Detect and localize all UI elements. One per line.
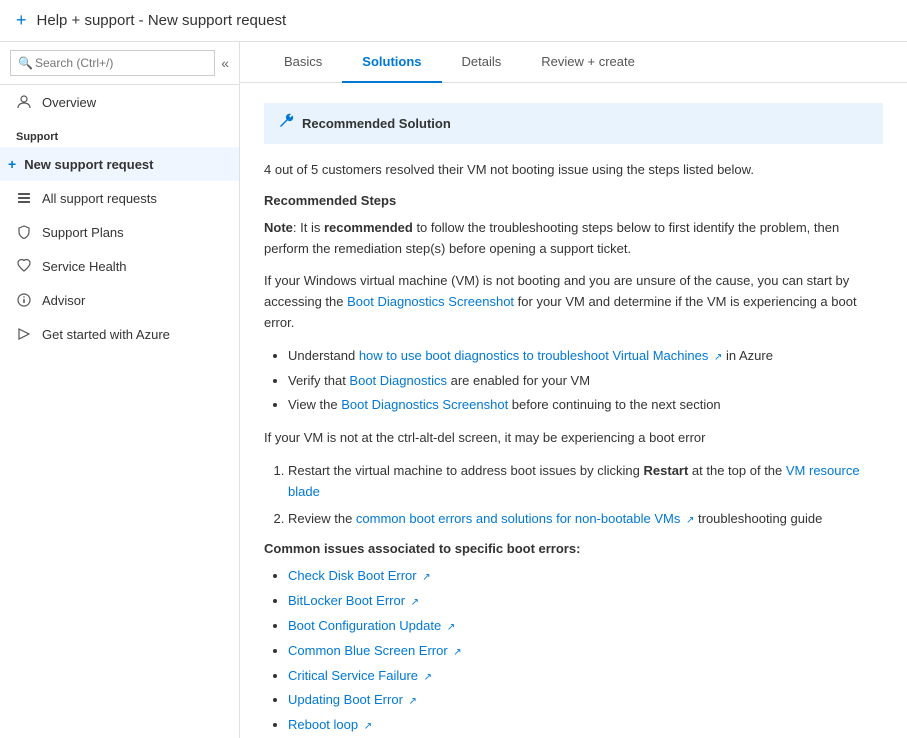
plus-icon: + <box>8 156 16 172</box>
updating-boot-error-link[interactable]: Updating Boot Error <box>288 692 403 707</box>
title-bar: + Help + support - New support request <box>0 0 907 42</box>
ext-icon: ↗ <box>447 622 455 633</box>
recommended-steps-title: Recommended Steps <box>264 193 883 208</box>
tab-review-create[interactable]: Review + create <box>521 42 655 83</box>
list-item: View the Boot Diagnostics Screenshot bef… <box>288 395 883 416</box>
ext-icon: ↗ <box>424 672 432 683</box>
tabs-bar: Basics Solutions Details Review + create <box>240 42 907 83</box>
sidebar: 🔍 « Overview Support + New support reque… <box>0 42 240 738</box>
get-started-label: Get started with Azure <box>42 327 170 342</box>
azure-plus-icon: + <box>16 10 27 31</box>
common-boot-errors-link[interactable]: common boot errors and solutions for non… <box>356 511 680 526</box>
sidebar-item-advisor[interactable]: Advisor <box>0 283 239 317</box>
list-item: Boot Configuration Update ↗ <box>288 616 883 637</box>
sidebar-item-overview[interactable]: Overview <box>0 85 239 119</box>
boot-diagnostics-link[interactable]: Boot Diagnostics <box>349 373 447 388</box>
common-blue-screen-link[interactable]: Common Blue Screen Error <box>288 643 448 658</box>
list-item: Restart the virtual machine to address b… <box>288 461 883 503</box>
tab-details[interactable]: Details <box>442 42 522 83</box>
overview-icon <box>16 94 32 110</box>
common-issues-title: Common issues associated to specific boo… <box>264 541 883 556</box>
all-support-label: All support requests <box>42 191 157 206</box>
ext-icon: ↗ <box>422 572 430 583</box>
sidebar-item-all-support-requests[interactable]: All support requests <box>0 181 239 215</box>
content-area: Basics Solutions Details Review + create… <box>240 42 907 738</box>
ext-icon: ↗ <box>453 647 461 658</box>
bullet-list-1: Understand how to use boot diagnostics t… <box>288 346 883 416</box>
tab-solutions[interactable]: Solutions <box>342 42 441 83</box>
overview-label: Overview <box>42 95 96 110</box>
support-section-label: Support <box>0 119 239 147</box>
search-input[interactable] <box>10 50 215 76</box>
heart-icon <box>16 258 32 274</box>
search-icon: 🔍 <box>18 56 33 70</box>
list-item: Review the common boot errors and soluti… <box>288 509 883 530</box>
search-box: 🔍 « <box>0 42 239 85</box>
list-icon <box>16 190 32 206</box>
service-health-label: Service Health <box>42 259 127 274</box>
intro-text: 4 out of 5 customers resolved their VM n… <box>264 160 883 181</box>
note-text: Note: It is recommended to follow the tr… <box>264 218 883 260</box>
check-disk-boot-link[interactable]: Check Disk Boot Error <box>288 568 417 583</box>
get-started-icon <box>16 326 32 342</box>
tab-basics[interactable]: Basics <box>264 42 342 83</box>
para2-text: If your VM is not at the ctrl-alt-del sc… <box>264 428 883 449</box>
external-link-icon-2: ↗ <box>686 515 694 526</box>
list-item: Critical Service Failure ↗ <box>288 666 883 687</box>
shield-icon <box>16 224 32 240</box>
list-item: Check Disk Boot Error ↗ <box>288 566 883 587</box>
sidebar-item-support-plans[interactable]: Support Plans <box>0 215 239 249</box>
boot-diagnostics-troubleshoot-link[interactable]: how to use boot diagnostics to troublesh… <box>359 348 709 363</box>
list-item: Reboot loop ↗ <box>288 715 883 736</box>
external-link-icon-1: ↗ <box>714 352 722 363</box>
list-item: Understand how to use boot diagnostics t… <box>288 346 883 367</box>
sidebar-item-get-started[interactable]: Get started with Azure <box>0 317 239 351</box>
boot-diagnostics-screenshot-link-1[interactable]: Boot Diagnostics Screenshot <box>347 294 514 309</box>
numbered-list: Restart the virtual machine to address b… <box>288 461 883 529</box>
list-item: Verify that Boot Diagnostics are enabled… <box>288 371 883 392</box>
boot-config-update-link[interactable]: Boot Configuration Update <box>288 618 441 633</box>
bitlocker-boot-link[interactable]: BitLocker Boot Error <box>288 593 405 608</box>
list-item: Updating Boot Error ↗ <box>288 690 883 711</box>
ext-icon: ↗ <box>364 721 372 732</box>
reboot-loop-link[interactable]: Reboot loop <box>288 717 358 732</box>
wrench-icon <box>278 113 294 134</box>
collapse-sidebar-button[interactable]: « <box>221 55 229 71</box>
new-support-request-label: New support request <box>24 157 153 172</box>
recommended-solution-header: Recommended Solution <box>264 103 883 144</box>
common-issues-list: Check Disk Boot Error ↗ BitLocker Boot E… <box>288 566 883 736</box>
ext-icon: ↗ <box>409 696 417 707</box>
advisor-icon <box>16 292 32 308</box>
list-item: Common Blue Screen Error ↗ <box>288 641 883 662</box>
list-item: BitLocker Boot Error ↗ <box>288 591 883 612</box>
sidebar-item-new-support-request[interactable]: + New support request <box>0 147 239 181</box>
para1-text: If your Windows virtual machine (VM) is … <box>264 271 883 333</box>
vm-resource-blade-link[interactable]: VM resource blade <box>288 463 860 499</box>
content-scroll[interactable]: Recommended Solution 4 out of 5 customer… <box>240 83 907 738</box>
rec-solution-title: Recommended Solution <box>302 116 451 131</box>
boot-diagnostics-screenshot-link-2[interactable]: Boot Diagnostics Screenshot <box>341 397 508 412</box>
ext-icon: ↗ <box>411 597 419 608</box>
sidebar-item-service-health[interactable]: Service Health <box>0 249 239 283</box>
critical-service-failure-link[interactable]: Critical Service Failure <box>288 668 418 683</box>
page-title: Help + support - New support request <box>37 12 287 29</box>
advisor-label: Advisor <box>42 293 85 308</box>
main-layout: 🔍 « Overview Support + New support reque… <box>0 42 907 738</box>
support-plans-label: Support Plans <box>42 225 124 240</box>
